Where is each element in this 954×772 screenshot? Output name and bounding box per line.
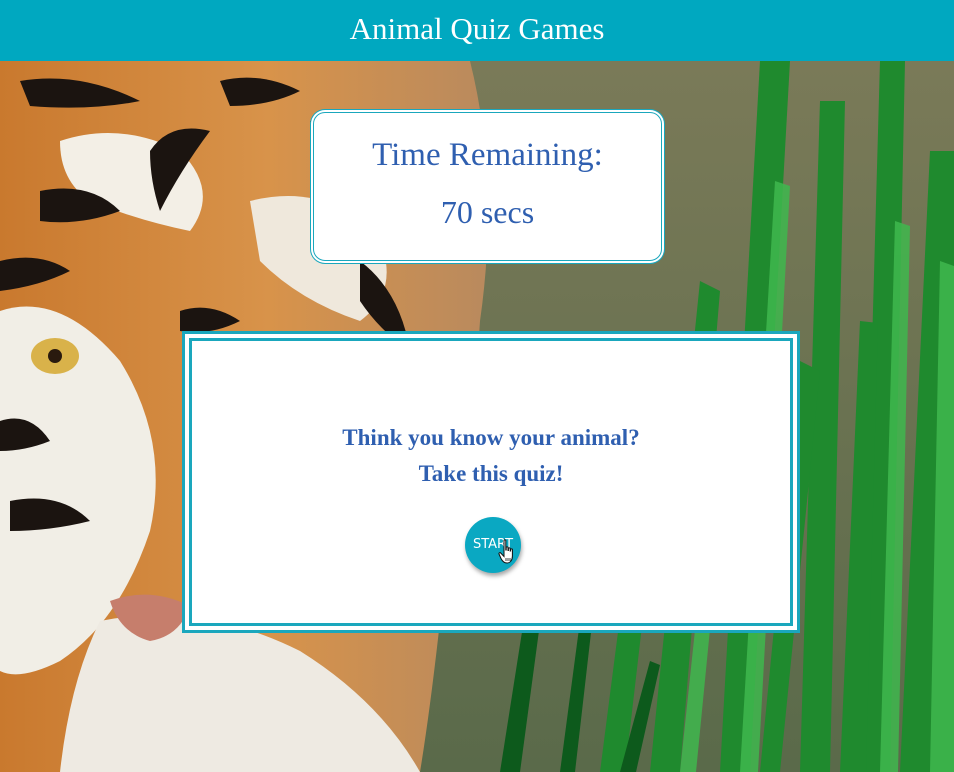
quiz-prompt-line2: Take this quiz! — [418, 461, 564, 486]
timer-label: Time Remaining: — [372, 137, 603, 173]
timer-panel: Time Remaining: 70 secs — [313, 112, 662, 261]
quiz-card: Think you know your animal? Take this qu… — [182, 331, 800, 633]
quiz-card-inner: Think you know your animal? Take this qu… — [189, 338, 793, 626]
start-button[interactable]: START — [465, 517, 521, 573]
quiz-prompt-line1: Think you know your animal? — [342, 425, 640, 450]
quiz-page: Animal Quiz Games Time Remaining: 70 sec… — [0, 0, 954, 772]
timer-value: 70 secs — [440, 194, 535, 230]
app-title: Animal Quiz Games — [349, 10, 605, 46]
app-header: Animal Quiz Games — [0, 0, 954, 61]
